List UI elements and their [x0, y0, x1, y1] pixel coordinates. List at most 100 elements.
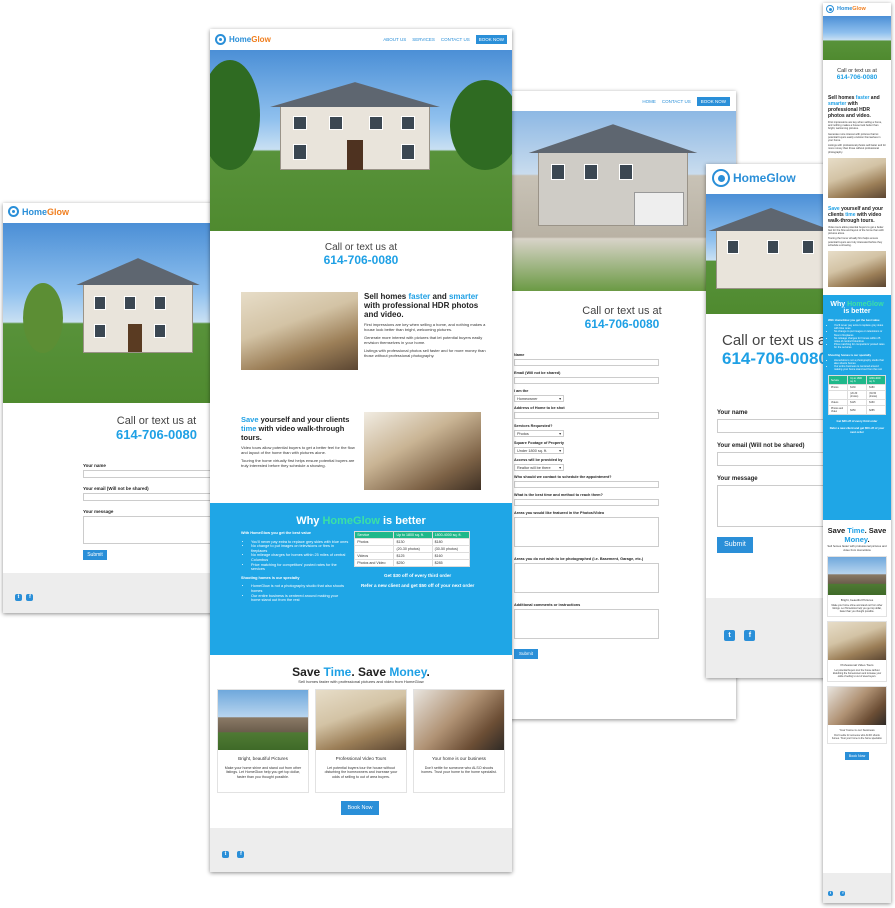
pricing-cell: Photos and Video [354, 559, 395, 567]
feature-photo [828, 622, 886, 661]
pricing-cell: (30-50 photos) [431, 545, 471, 553]
text-field[interactable] [514, 499, 659, 506]
feature-title: Professional Video Tours [335, 756, 387, 761]
chevron-down-icon: ▾ [559, 432, 561, 436]
cta-block: Call or text us at 614-706-0080 [210, 242, 512, 267]
pricing-row: Videos $125 $160 [354, 552, 471, 560]
list-item: Price matching for competitors' posted r… [251, 563, 348, 572]
contact-page-frame: Home Glow Call or text us at 614-706-0080… [3, 203, 240, 613]
text-field[interactable] [514, 377, 659, 384]
textarea-field[interactable] [514, 563, 659, 593]
feature-title: Bright, beautiful Pictures [238, 756, 288, 761]
family-room-photo [364, 412, 481, 490]
pricing-row: Photos and Video $250 $285 [354, 559, 471, 567]
hdr-section-mobile: Sell homes faster and smarter with profe… [823, 95, 891, 198]
logo-icon [8, 206, 19, 217]
pricing-cell [354, 545, 395, 553]
feature-title: Your home is our business [839, 728, 875, 733]
book-now-bottom-button[interactable]: Book Now [341, 801, 379, 815]
save-section-mobile: Save Time. Save Money. Sell homes faster… [827, 526, 887, 761]
select-field[interactable]: Realtor will be there ▾ [514, 464, 564, 471]
facebook-icon[interactable]: f [840, 891, 846, 896]
feature-card: Your home is our business Don't settle f… [413, 689, 505, 793]
tree [450, 80, 512, 170]
feature-title: Bright, beautiful Pictures [840, 598, 874, 603]
facebook-icon[interactable]: f [237, 851, 245, 858]
logo-icon [215, 34, 226, 45]
form-label: Areas you would like featured in the Pho… [514, 511, 605, 515]
nav-home[interactable]: HOME [642, 99, 656, 104]
pricing-cell: $285 [866, 405, 886, 416]
booking-form: Name Email (Will not be shared) I am the Ho… [514, 353, 659, 659]
pricing-cell: (20-30 photos) [393, 545, 433, 553]
pricing-row: (20-30 photos) (30-50 photos) [827, 390, 886, 401]
submit-button[interactable]: Submit [83, 550, 107, 560]
book-now-bottom-button[interactable]: Book Now [844, 752, 870, 761]
save-section: Save Time. Save Money. Sell homes faster… [210, 665, 512, 684]
form-label: Additional comments or instructions [514, 603, 581, 607]
cta-block: Call or text us at 614-706-0080 [3, 415, 240, 442]
textarea-field[interactable] [514, 609, 659, 639]
why-section: Why HomeGlow is better With HomeGlow you… [210, 503, 512, 655]
pricing-cell: $125 [393, 552, 433, 560]
submit-button[interactable]: Submit [514, 649, 538, 659]
twitter-icon[interactable]: t [222, 851, 229, 858]
text-field[interactable] [514, 481, 659, 488]
pricing-row: (20-30 photos) (30-50 photos) [354, 545, 471, 553]
phone-number[interactable]: 614-706-0080 [210, 253, 512, 267]
pricing-table: Service Up to 1800 sq. ft. 1800-4000 sq. f… [354, 531, 471, 567]
feature-photo [218, 690, 308, 750]
chevron-down-icon: ▾ [559, 449, 561, 453]
nav-contact[interactable]: CONTACT US [441, 37, 470, 42]
nav-about[interactable]: ABOUT US [383, 37, 406, 42]
logo[interactable]: Home Glow [8, 206, 235, 217]
living-room-photo [241, 292, 358, 370]
list-item: No mileage charges for homes within 25 m… [251, 553, 348, 562]
living-room-photo [828, 157, 886, 198]
form-label: Services Requested? [514, 424, 553, 428]
select-field[interactable]: Under 1800 sq. ft. ▾ [514, 447, 564, 454]
book-now-button[interactable]: BOOK NOW [696, 96, 730, 106]
feature-photo [414, 690, 504, 750]
logo[interactable]: Home Glow [712, 169, 840, 187]
text-field[interactable] [514, 412, 659, 419]
twitter-icon[interactable]: t [828, 891, 833, 896]
book-now-button[interactable]: BOOK NOW [475, 35, 507, 44]
pricing-cell: $180 [431, 538, 471, 546]
phone-number[interactable]: 614-706-0080 [508, 317, 736, 331]
header: Home Glow [823, 3, 891, 16]
list-item: No change to put images on televisions o… [251, 544, 348, 553]
facebook-icon[interactable]: f [26, 594, 34, 601]
pricing-row: Photos $130 $180 [354, 538, 471, 546]
hero-image [210, 50, 512, 231]
select-field[interactable]: Photos ▾ [514, 430, 564, 437]
facebook-icon[interactable]: f [744, 630, 756, 641]
phone-number[interactable]: 614-706-0080 [823, 74, 891, 81]
feature-text: Don't settle for someone who ALSO shoots… [421, 766, 497, 775]
nav-contact[interactable]: CONTACT US [662, 99, 691, 104]
select-field[interactable]: Homeowner ▾ [514, 395, 564, 402]
textarea-field[interactable] [514, 517, 659, 547]
form-label: Name [514, 353, 525, 357]
logo[interactable]: Home Glow [215, 34, 271, 45]
pricing-row: Photos and Video $250 $285 [827, 405, 886, 416]
pricing-table-mobile: Service Up to 1800 sq. ft. 1800-4000 sq. f… [827, 375, 886, 416]
twitter-icon[interactable]: t [724, 630, 735, 641]
feature-text: Let potential buyers tour the house with… [832, 669, 882, 679]
twitter-icon[interactable]: t [15, 594, 22, 601]
feature-card: Bright, beautiful Pictures Make your hom… [827, 556, 887, 618]
homepage-frame: Home Glow ABOUT US SERVICES CONTACT US BO… [210, 29, 512, 872]
chevron-down-icon: ▾ [559, 397, 561, 401]
logo-icon [826, 5, 834, 13]
form-label: Areas you do not wish to be photographed… [514, 557, 644, 561]
submit-button[interactable]: Submit [717, 537, 753, 553]
header: Home Glow ABOUT US SERVICES CONTACT US BO… [210, 29, 512, 50]
list-item: HomeGlow is not a photography studio tha… [251, 584, 348, 593]
nav-services[interactable]: SERVICES [412, 37, 435, 42]
logo[interactable]: Home Glow [826, 5, 888, 13]
cta-line: Call or text us at [324, 242, 398, 253]
offer-2: Refer a new client and get $50 off of yo… [360, 583, 475, 588]
feature-text: Let potential buyers tour the house with… [324, 766, 398, 779]
text-field[interactable] [514, 359, 659, 366]
pricing-cell: $250 [847, 405, 868, 416]
